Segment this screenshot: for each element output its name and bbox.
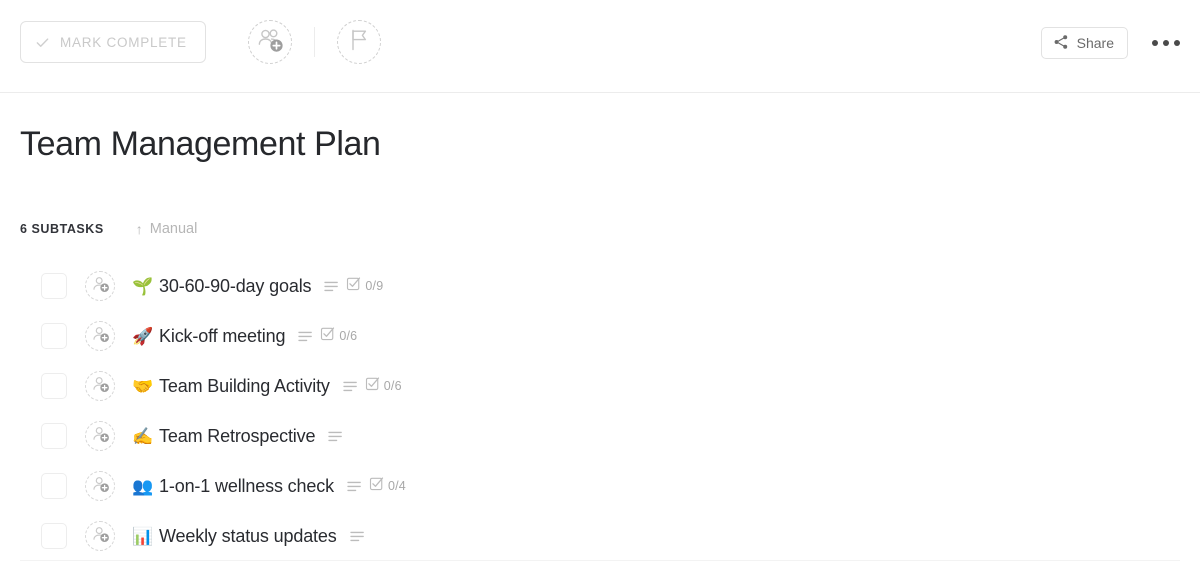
toolbar-right-group: Share [1040,22,1182,64]
sort-control[interactable]: ↑ Manual [136,221,198,237]
add-assignee-icon [91,475,110,498]
busts-in-silhouette-emoji: 👥 [132,476,154,496]
mark-complete-label: MARK COMPLETE [60,34,187,50]
writing-hand-emoji: ✍️ [132,426,154,446]
share-label: Share [1076,35,1114,51]
bottom-divider [20,560,1180,562]
share-button[interactable]: Share [1040,27,1128,59]
subtask-meta [328,430,343,443]
subtask-list: 🌱 30-60-90-day goals 0/9 🚀 Kick-off meetin… [20,261,1180,561]
more-dot [1152,40,1158,46]
checklist-count: 0/6 [339,329,358,344]
subtask-title[interactable]: 1-on-1 wellness check [159,476,334,497]
subtask-meta: 0/6 [298,326,357,346]
checklist-indicator[interactable]: 0/9 [346,276,383,296]
checklist-icon [346,276,361,296]
add-assignee-icon [91,275,110,298]
checklist-indicator[interactable]: 0/6 [320,326,357,346]
toolbar-left-group: MARK COMPLETE [20,20,381,64]
handshake-emoji: 🤝 [132,376,154,396]
subtask-row[interactable]: 👥 1-on-1 wellness check 0/4 [20,461,1180,511]
checklist-count: 0/6 [383,379,402,394]
flag-button[interactable] [336,20,381,64]
checklist-icon [320,326,335,346]
checklist-indicator[interactable]: 0/6 [365,376,402,396]
toolbar-divider [313,27,315,57]
subtask-row[interactable]: ✍️ Team Retrospective [20,411,1180,461]
more-dot [1174,40,1180,46]
subtask-add-assignee-button[interactable] [85,471,115,502]
subtask-add-assignee-button[interactable] [85,271,115,302]
subtask-row[interactable]: 🚀 Kick-off meeting 0/6 [20,311,1180,361]
description-icon[interactable] [328,430,343,443]
subtask-checkbox[interactable] [41,523,67,550]
top-toolbar: MARK COMPLETE Share [0,0,1200,93]
add-assignee-icon [256,27,284,58]
subtask-title[interactable]: Team Building Activity [159,376,330,397]
subtask-add-assignee-button[interactable] [85,421,115,452]
mark-complete-button[interactable]: MARK COMPLETE [20,21,206,63]
more-dot [1163,40,1169,46]
checklist-indicator[interactable]: 0/4 [369,476,406,496]
add-assignee-icon [91,375,110,398]
more-options-icon[interactable] [1150,34,1182,52]
page-title[interactable]: Team Management Plan [20,93,1180,164]
subtask-row[interactable]: 📊 Weekly status updates [20,511,1180,561]
subtask-meta [349,530,365,543]
subtask-row[interactable]: 🌱 30-60-90-day goals 0/9 [20,261,1180,311]
checklist-icon [365,376,380,396]
add-assignee-icon [91,525,110,548]
subtask-checkbox[interactable] [41,273,67,300]
sort-ascending-icon: ↑ [135,221,143,238]
checklist-count: 0/4 [387,479,406,494]
subtask-meta: 0/9 [324,276,383,296]
subtask-checkbox[interactable] [41,323,67,350]
task-detail-content: Team Management Plan 6 SUBTASKS ↑ Manual… [0,93,1200,562]
add-assignee-button[interactable] [247,20,292,64]
bar-chart-emoji: 📊 [132,526,154,546]
subtask-add-assignee-button[interactable] [85,371,115,402]
subtask-add-assignee-button[interactable] [85,321,115,352]
subtask-row[interactable]: 🤝 Team Building Activity 0/6 [20,361,1180,411]
subtask-title[interactable]: Kick-off meeting [159,326,285,347]
subtask-checkbox[interactable] [41,373,67,400]
description-icon[interactable] [324,280,339,293]
checklist-count: 0/9 [365,279,384,294]
share-icon [1053,34,1069,53]
add-assignee-icon [91,325,110,348]
subtask-checkbox[interactable] [41,423,67,450]
checklist-icon [369,476,384,496]
flag-icon [348,28,370,57]
add-assignee-icon [91,425,110,448]
description-icon[interactable] [347,480,362,493]
subtask-title[interactable]: Team Retrospective [159,426,316,447]
subtask-checkbox[interactable] [41,473,67,500]
subtask-meta: 0/4 [347,476,406,496]
seedling-emoji: 🌱 [132,276,154,296]
subtask-add-assignee-button[interactable] [85,521,115,552]
check-icon [35,35,50,50]
description-icon[interactable] [349,530,365,543]
subtasks-count-label: 6 SUBTASKS [20,222,104,237]
subtasks-header: 6 SUBTASKS ↑ Manual [20,219,1180,239]
subtask-title[interactable]: 30-60-90-day goals [159,276,312,297]
subtask-title[interactable]: Weekly status updates [159,526,337,547]
rocket-emoji: 🚀 [132,326,154,346]
description-icon[interactable] [343,380,358,393]
description-icon[interactable] [298,330,313,343]
sort-label: Manual [149,221,198,238]
subtask-meta: 0/6 [343,376,402,396]
